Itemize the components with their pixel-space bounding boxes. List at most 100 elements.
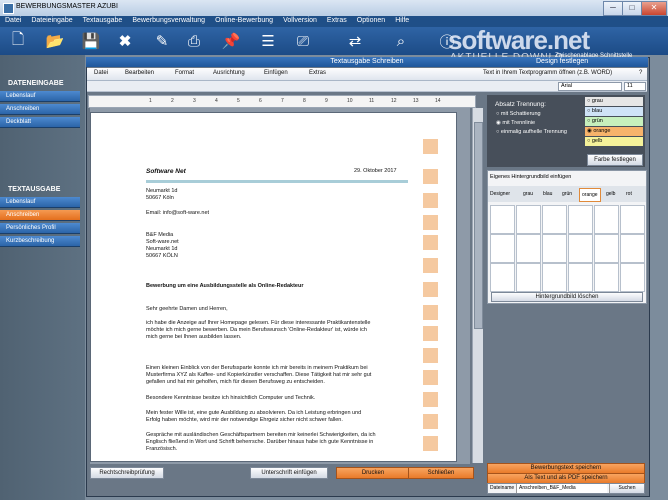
title-bar: BEWERBUNGSMASTER AZUBI ─ □ ✕: [0, 0, 668, 17]
bg-thumbnail[interactable]: [516, 234, 541, 263]
bg-thumbnail[interactable]: [620, 205, 645, 234]
pdf-icon[interactable]: ⎚: [288, 30, 318, 52]
delete-background-button[interactable]: Hintergrundbild löschen: [491, 292, 643, 302]
bg-thumbnail[interactable]: [568, 234, 593, 263]
menu-dateieingabe[interactable]: Dateieingabe: [26, 16, 77, 24]
edit-pencil-icon[interactable]: ✎: [147, 30, 177, 52]
scroll-thumb[interactable]: [474, 122, 483, 329]
insert-signature-button[interactable]: Unterschrift einfügen: [250, 467, 328, 479]
print-button[interactable]: Drucken: [336, 467, 410, 479]
dlg-menu-ausrichtung[interactable]: Ausrichtung: [213, 70, 245, 76]
vertical-scrollbar[interactable]: [472, 108, 483, 463]
bg-thumbnail[interactable]: [516, 205, 541, 234]
filename-input[interactable]: Anschreiben_B&F_Media: [516, 484, 607, 493]
menu-extras[interactable]: Extras: [322, 16, 352, 24]
close-window-button[interactable]: ✕: [641, 1, 667, 16]
help-button[interactable]: ?: [639, 70, 642, 76]
color-blau[interactable]: ○ blau: [585, 107, 643, 116]
bg-thumbnail[interactable]: [620, 263, 645, 292]
bg-thumbnail[interactable]: [620, 234, 645, 263]
menu-online-bewerbung[interactable]: Online-Bewerbung: [210, 16, 278, 24]
bg-thumbnail[interactable]: [542, 234, 567, 263]
sidebar-item-anschreiben[interactable]: Anschreiben: [0, 104, 80, 115]
sidebar-item-lebenslauf[interactable]: Lebenslauf: [0, 91, 80, 102]
bg-thumbnail[interactable]: [594, 234, 619, 263]
dlg-menu-format[interactable]: Format: [175, 70, 194, 76]
bg-tab-blau[interactable]: blau: [543, 191, 552, 197]
open-folder-icon[interactable]: 📂: [40, 30, 70, 52]
bg-tab-gelb[interactable]: gelb: [606, 191, 615, 197]
bg-thumbnail[interactable]: [490, 263, 515, 292]
dlg-menu-extras[interactable]: Extras: [309, 70, 326, 76]
shading-marker: [423, 193, 438, 208]
sidebar-item-kurzbeschreibung[interactable]: Kurzbeschreibung: [0, 236, 80, 247]
sidebar-item-profil[interactable]: Persönliches Profil: [0, 223, 80, 234]
menu-vollversion[interactable]: Vollversion: [278, 16, 322, 24]
dlg-menu-datei[interactable]: Datei: [94, 70, 108, 76]
bg-thumbnail[interactable]: [594, 205, 619, 234]
bg-tab-orange[interactable]: orange: [579, 188, 601, 202]
open-in-word-link[interactable]: Text in Ihrem Textprogramm öffnen (z.B. …: [483, 70, 612, 76]
color-gruen[interactable]: ○ grün: [585, 117, 643, 126]
menu-hilfe[interactable]: Hilfe: [390, 16, 414, 24]
divider-line: [146, 180, 408, 183]
bg-thumbnail[interactable]: [516, 263, 541, 292]
color-orange[interactable]: ◉ orange: [585, 127, 643, 136]
spellcheck-button[interactable]: Rechtschreibprüfung: [90, 467, 164, 479]
ruler-mark: 5: [237, 98, 240, 104]
bg-tab-designer[interactable]: Designer: [490, 191, 510, 197]
paragraph-line: Englisch fließend in Wort und Schrift be…: [146, 439, 374, 445]
sidebar-item-out-lebenslauf[interactable]: Lebenslauf: [0, 197, 80, 208]
menu-datei[interactable]: Datei: [0, 16, 26, 24]
delete-icon[interactable]: ✖: [110, 30, 140, 52]
radio-einmalig[interactable]: ○ einmalig aufhelle Trennung: [496, 129, 567, 135]
save-icon[interactable]: 💾: [76, 30, 106, 52]
minimize-button[interactable]: ─: [603, 1, 623, 16]
new-document-icon[interactable]: 🗋: [3, 30, 33, 52]
bg-thumbnail[interactable]: [490, 234, 515, 263]
bg-thumbnail[interactable]: [568, 263, 593, 292]
print-icon[interactable]: ⎙: [179, 30, 209, 52]
color-label: gelb: [591, 138, 603, 144]
letter-page[interactable]: Software Net 29. Oktober 2017 Neumarkt 1…: [90, 112, 457, 462]
ruler-mark: 7: [281, 98, 284, 104]
radio-schattierung[interactable]: ○ mit Schattierung: [496, 111, 541, 117]
sidebar-item-out-anschreiben[interactable]: Anschreiben: [0, 210, 80, 221]
dlg-menu-bearbeiten[interactable]: Bearbeiten: [125, 70, 154, 76]
search-icon[interactable]: ⌕: [386, 30, 416, 52]
sidebar-item-deckblatt[interactable]: Deckblatt: [0, 117, 80, 128]
ruler[interactable]: 1 2 3 4 5 6 7 8 9 10 11 12 13 14: [88, 95, 476, 108]
bg-thumbnail[interactable]: [490, 205, 515, 234]
ruler-mark: 3: [193, 98, 196, 104]
menu-textausgabe[interactable]: Textausgabe: [78, 16, 128, 24]
shading-marker: [423, 139, 438, 154]
bg-thumbnail[interactable]: [568, 205, 593, 234]
background-image-panel: Eigenes Hintergrundbild einfügen Designe…: [487, 170, 647, 304]
pin-icon[interactable]: 📌: [216, 30, 246, 52]
ruler-mark: 12: [391, 98, 397, 104]
bg-thumbnail[interactable]: [594, 263, 619, 292]
bg-thumbnail[interactable]: [542, 205, 567, 234]
farbe-festlegen-button[interactable]: Farbe festlegen: [587, 154, 643, 166]
radio-trennlinie[interactable]: ◉ mit Trennlinie: [496, 120, 535, 126]
font-size-select[interactable]: 11: [624, 82, 646, 91]
bg-thumbnail[interactable]: [542, 263, 567, 292]
close-button[interactable]: Schließen: [408, 467, 474, 479]
sender-city: 50667 Köln: [146, 195, 174, 201]
dlg-menu-einfuegen[interactable]: Einfügen: [264, 70, 288, 76]
bg-tab-rot[interactable]: rot: [626, 191, 632, 197]
bg-tab-grau[interactable]: grau: [523, 191, 533, 197]
menu-bewerbungsverwaltung[interactable]: Bewerbungsverwaltung: [127, 16, 210, 24]
color-grau[interactable]: ○ grau: [585, 97, 643, 106]
font-select[interactable]: Arial: [558, 82, 622, 91]
menu-optionen[interactable]: Optionen: [352, 16, 390, 24]
color-gelb[interactable]: ○ gelb: [585, 137, 643, 146]
browse-button[interactable]: Suchen: [609, 484, 644, 493]
maximize-button[interactable]: □: [622, 1, 642, 16]
export-icon[interactable]: ⇄: [340, 30, 370, 52]
list-icon[interactable]: ☰: [253, 30, 283, 52]
recipient-line2: Soft-ware.net: [146, 239, 179, 245]
bg-tab-gruen[interactable]: grün: [562, 191, 572, 197]
recipient-line1: B&F Media: [146, 232, 174, 238]
paragraph-line: möchte ich mich gerne bewerben. Da mein …: [146, 327, 367, 333]
